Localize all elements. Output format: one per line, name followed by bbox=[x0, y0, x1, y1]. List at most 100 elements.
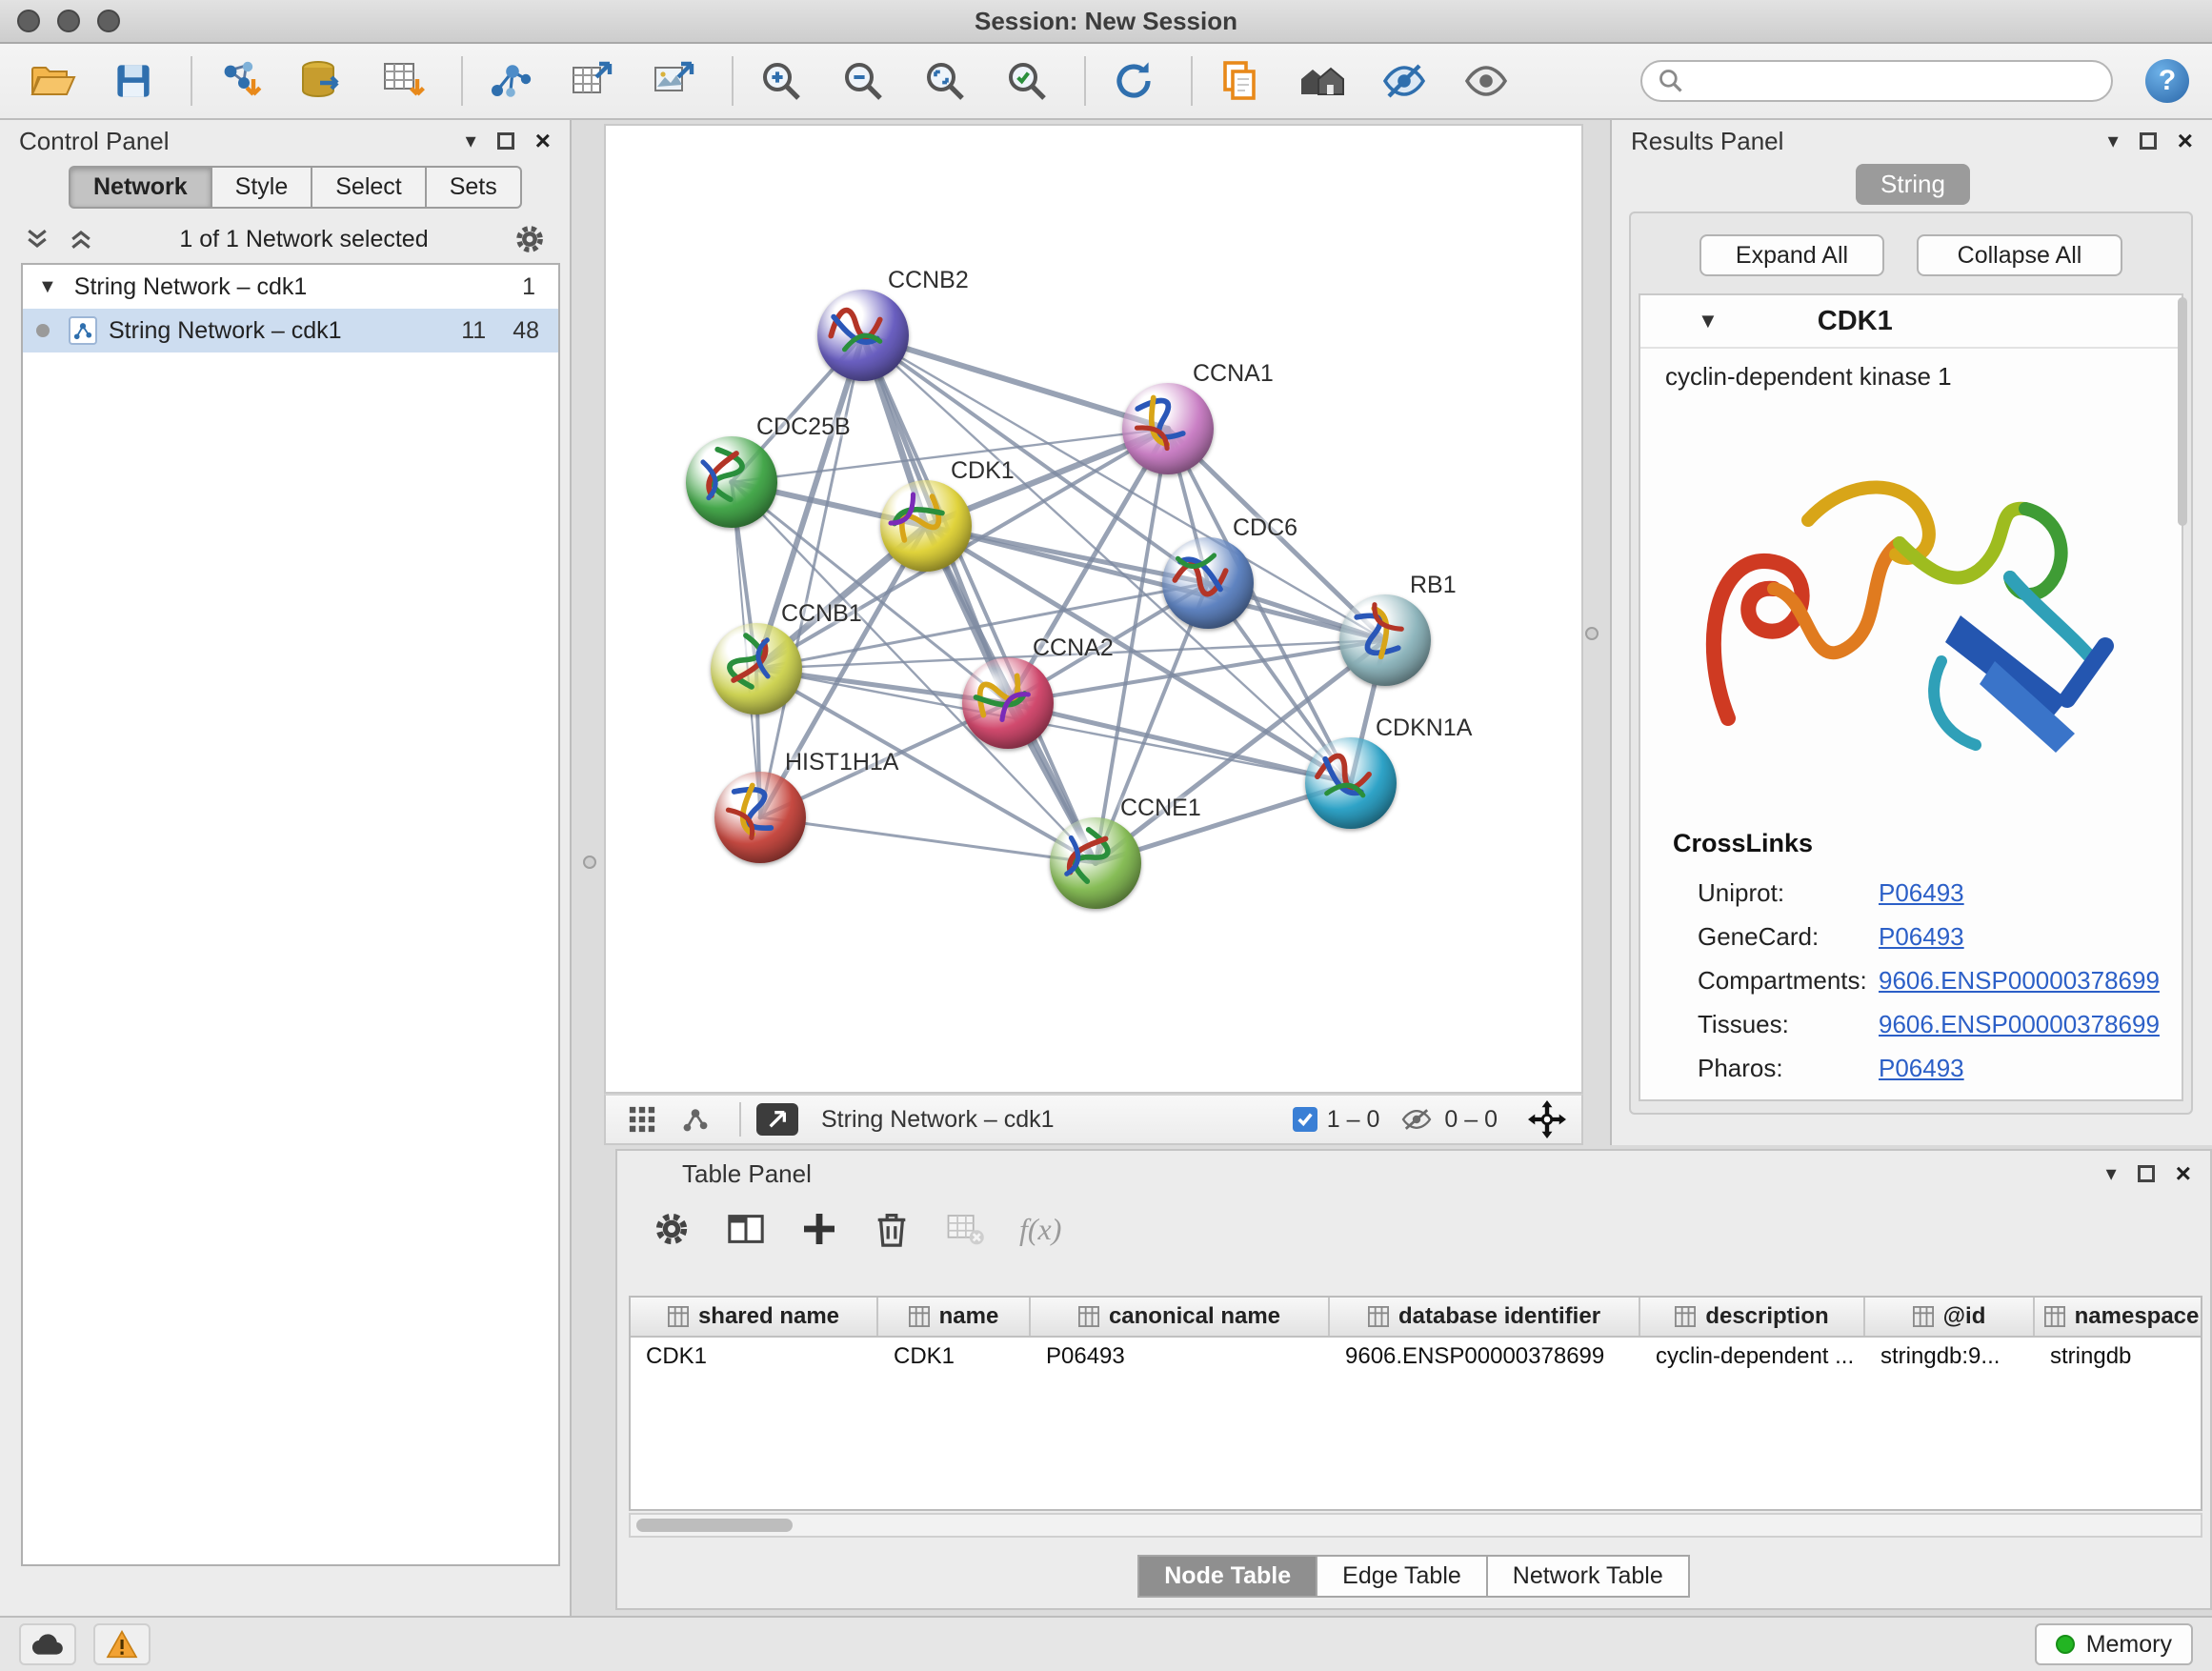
network-node-rb1[interactable] bbox=[1339, 594, 1431, 686]
apply-layout-button[interactable] bbox=[1105, 52, 1162, 110]
memory-button[interactable]: Memory bbox=[2035, 1623, 2193, 1665]
float-panel-icon[interactable]: ▾ bbox=[466, 129, 476, 153]
tab-string[interactable]: String bbox=[1856, 164, 1970, 205]
network-overview-button[interactable] bbox=[674, 1098, 716, 1140]
table-row[interactable]: CDK1CDK1P064939606.ENSP00000378699cyclin… bbox=[631, 1338, 2201, 1378]
maximize-panel-icon[interactable] bbox=[2140, 132, 2157, 150]
tab-network[interactable]: Network bbox=[69, 166, 212, 209]
crosslink-value-link[interactable]: P06493 bbox=[1879, 878, 1964, 908]
add-column-plus-icon[interactable] bbox=[800, 1210, 838, 1248]
search-input[interactable] bbox=[1684, 66, 2065, 96]
results-scrollbar[interactable] bbox=[2178, 297, 2187, 526]
network-collection-row[interactable]: ▼ String Network – cdk1 1 bbox=[23, 265, 558, 309]
tab-style[interactable]: Style bbox=[212, 166, 313, 209]
network-node-cdc25b[interactable] bbox=[686, 436, 777, 528]
column-header-name[interactable]: name bbox=[878, 1298, 1031, 1336]
close-panel-icon[interactable]: × bbox=[2176, 1160, 2191, 1187]
scrollbar-thumb[interactable] bbox=[636, 1519, 793, 1532]
collapse-caret-icon[interactable]: ▼ bbox=[1698, 309, 1719, 333]
network-node-ccna2[interactable] bbox=[962, 657, 1054, 749]
network-node-hist1h1a[interactable] bbox=[714, 772, 806, 863]
import-network-database-button[interactable] bbox=[293, 52, 351, 110]
tab-edge-table[interactable]: Edge Table bbox=[1317, 1555, 1488, 1598]
network-node-ccna1[interactable] bbox=[1122, 383, 1214, 474]
export-image-button[interactable] bbox=[646, 52, 703, 110]
copy-annotation-button[interactable] bbox=[1212, 52, 1269, 110]
export-table-button[interactable] bbox=[564, 52, 621, 110]
column-header-shared-name[interactable]: shared name bbox=[631, 1298, 878, 1336]
collection-caret-icon[interactable]: ▼ bbox=[38, 276, 57, 298]
import-network-file-button[interactable] bbox=[211, 52, 269, 110]
crosslink-value-link[interactable]: P06493 bbox=[1879, 922, 1964, 952]
footer-separator bbox=[739, 1102, 741, 1137]
network-node-ccnb1[interactable] bbox=[711, 623, 802, 715]
trash-icon[interactable] bbox=[873, 1209, 911, 1249]
show-columns-icon[interactable] bbox=[726, 1209, 766, 1249]
tab-node-table[interactable]: Node Table bbox=[1137, 1555, 1317, 1598]
network-node-ccnb2[interactable] bbox=[817, 290, 909, 381]
close-panel-icon[interactable]: × bbox=[2178, 128, 2193, 154]
zoom-out-button[interactable] bbox=[835, 52, 892, 110]
import-table-button[interactable] bbox=[375, 52, 432, 110]
expand-all-icon[interactable] bbox=[67, 226, 95, 252]
network-node-ccne1[interactable] bbox=[1050, 817, 1141, 909]
table-horizontal-scrollbar[interactable] bbox=[629, 1513, 2202, 1538]
column-header-id[interactable]: @id bbox=[1865, 1298, 2035, 1336]
network-from-selection-button[interactable] bbox=[482, 52, 539, 110]
network-row[interactable]: String Network – cdk1 11 48 bbox=[23, 309, 558, 352]
show-panels-button[interactable] bbox=[1458, 52, 1515, 110]
network-node-cdk1[interactable] bbox=[880, 480, 972, 572]
export-view-button[interactable] bbox=[756, 1103, 798, 1136]
splitter-handle[interactable] bbox=[583, 856, 596, 869]
table-panel-title: Table Panel bbox=[682, 1159, 812, 1189]
hide-panels-button[interactable] bbox=[1376, 52, 1433, 110]
warnings-button[interactable] bbox=[93, 1623, 151, 1665]
splitter-handle[interactable] bbox=[1585, 627, 1599, 640]
network-edge[interactable] bbox=[760, 817, 1096, 863]
home-layout-button[interactable] bbox=[1294, 52, 1351, 110]
gear-icon[interactable] bbox=[513, 222, 547, 256]
column-type-icon bbox=[1368, 1306, 1389, 1327]
expand-all-button[interactable]: Expand All bbox=[1699, 234, 1884, 276]
table-tabs: Node TableEdge TableNetwork Table bbox=[617, 1555, 2210, 1598]
maximize-panel-icon[interactable] bbox=[2138, 1165, 2155, 1182]
birdseye-view-button[interactable] bbox=[621, 1098, 663, 1140]
gear-icon[interactable] bbox=[652, 1209, 692, 1249]
selected-checkbox-icon[interactable] bbox=[1293, 1107, 1317, 1132]
close-panel-icon[interactable]: × bbox=[535, 128, 551, 154]
tab-network-table[interactable]: Network Table bbox=[1488, 1555, 1690, 1598]
column-header-namespace[interactable]: namespace bbox=[2035, 1298, 2202, 1336]
network-edge[interactable] bbox=[863, 335, 1096, 863]
column-header-label: name bbox=[939, 1303, 999, 1330]
search-box[interactable] bbox=[1640, 60, 2113, 102]
zoom-fit-button[interactable] bbox=[916, 52, 974, 110]
network-node-cdkn1a[interactable] bbox=[1305, 737, 1397, 829]
table-header-row: shared name name canonical namedatabase id… bbox=[631, 1298, 2201, 1338]
float-panel-icon[interactable]: ▾ bbox=[2108, 129, 2119, 153]
save-session-button[interactable] bbox=[105, 52, 162, 110]
crosslink-value-link[interactable]: P06493 bbox=[1879, 1054, 1964, 1083]
column-header-canonical-name[interactable]: canonical name bbox=[1031, 1298, 1330, 1336]
column-header-database-identifier[interactable]: database identifier bbox=[1330, 1298, 1640, 1336]
collapse-all-button[interactable]: Collapse All bbox=[1917, 234, 2122, 276]
help-button[interactable]: ? bbox=[2145, 59, 2189, 103]
network-canvas[interactable]: CCNB2CCNA1CDC25BCDK1CDC6RB1CCNB1CCNA2CDK… bbox=[604, 124, 1583, 1094]
network-edge[interactable] bbox=[1008, 703, 1351, 783]
tab-select[interactable]: Select bbox=[312, 166, 426, 209]
fit-content-crosshair-icon[interactable] bbox=[1528, 1100, 1566, 1138]
crosslink-value-link[interactable]: 9606.ENSP00000378699 bbox=[1879, 966, 2160, 996]
column-header-description[interactable]: description bbox=[1640, 1298, 1865, 1336]
maximize-panel-icon[interactable] bbox=[497, 132, 514, 150]
network-tree: ▼ String Network – cdk1 1 String Network… bbox=[21, 263, 560, 1566]
protein-card-header[interactable]: ▼ CDK1 bbox=[1640, 295, 2182, 349]
cloud-status-button[interactable] bbox=[19, 1623, 76, 1665]
collection-count: 1 bbox=[522, 273, 535, 301]
zoom-in-button[interactable] bbox=[753, 52, 810, 110]
tab-sets[interactable]: Sets bbox=[427, 166, 522, 209]
crosslink-value-link[interactable]: 9606.ENSP00000378699 bbox=[1879, 1010, 2160, 1039]
open-session-button[interactable] bbox=[23, 52, 80, 110]
zoom-selected-button[interactable] bbox=[998, 52, 1056, 110]
collapse-all-icon[interactable] bbox=[23, 226, 51, 252]
network-node-cdc6[interactable] bbox=[1162, 537, 1254, 629]
float-panel-icon[interactable]: ▾ bbox=[2106, 1161, 2117, 1186]
